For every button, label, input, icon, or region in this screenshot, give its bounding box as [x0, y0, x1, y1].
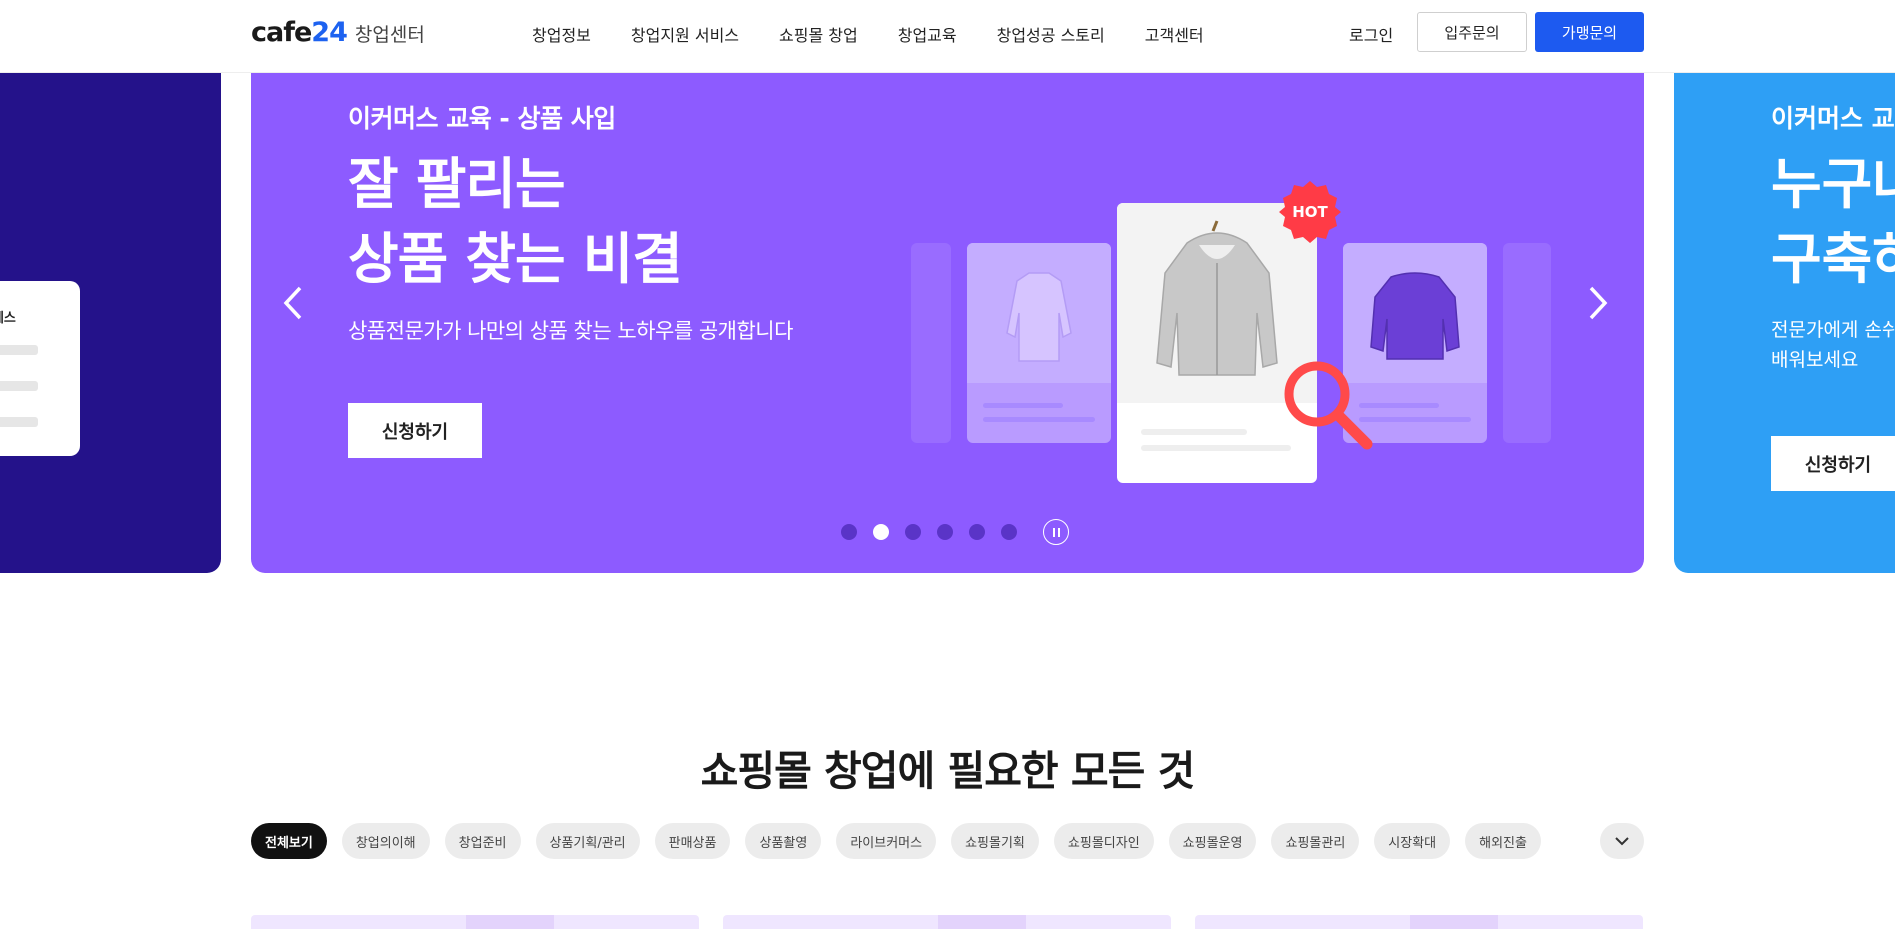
shirt-icon	[1006, 272, 1072, 362]
placeholder-bar	[983, 403, 1063, 408]
apply-button[interactable]: 신청하기	[348, 403, 482, 458]
slide-next-desc-line2: 배워보세요	[1771, 349, 1859, 371]
chevron-right-icon	[1589, 286, 1608, 320]
pause-icon	[1052, 527, 1055, 537]
chip-market-expansion[interactable]: 시장확대	[1374, 823, 1451, 859]
hot-badge-text: HOT	[1292, 203, 1328, 221]
inquiry-button[interactable]: 입주문의	[1417, 12, 1527, 52]
pagination-dot[interactable]	[969, 524, 985, 540]
content-card[interactable]	[251, 915, 699, 929]
chip-product-photo[interactable]: 상품촬영	[745, 823, 822, 859]
logo-text-24: 24	[311, 17, 348, 48]
chevron-left-icon	[283, 286, 302, 320]
category-chips: 전체보기 창업의이해 창업준비 상품기획/관리 판매상품 상품촬영 라이브커머스…	[251, 823, 1644, 859]
placeholder-bar	[0, 381, 38, 391]
login-link[interactable]: 로그인	[1349, 22, 1393, 46]
pause-button[interactable]	[1043, 519, 1069, 545]
slide-next-title: 누구나 구축하	[1771, 147, 1895, 297]
magnifier-icon	[1284, 361, 1373, 450]
pagination-dot-active[interactable]	[873, 524, 889, 540]
chip-preparation[interactable]: 창업준비	[444, 823, 521, 859]
content-card[interactable]	[1195, 915, 1643, 929]
hero-slide-next[interactable]: 이커머스 교육 누구나 구축하 전문가에게 손쉬 배워보세요 신청하기	[1674, 73, 1895, 573]
placeholder-bar	[983, 417, 1095, 422]
hero-slide-current: 이커머스 교육 - 상품 사입 잘 팔리는 상품 찾는 비결 상품전문가가 나만…	[251, 73, 1644, 573]
chip-live-commerce[interactable]: 라이브커머스	[836, 823, 937, 859]
nav-item-customer-center[interactable]: 고객센터	[1145, 22, 1204, 46]
hero-illustration: HOT	[911, 123, 1551, 483]
chip-mall-design[interactable]: 쇼핑몰디자인	[1053, 823, 1154, 859]
slide-prev-card-label: 로세스	[0, 311, 16, 326]
slide-next-kicker: 이커머스 교육	[1771, 104, 1895, 133]
pagination-dot[interactable]	[937, 524, 953, 540]
content-card-shade	[1410, 915, 1498, 929]
page: cafe 24 창업센터 창업정보 창업지원 서비스 쇼핑몰 창업 창업교육 창업…	[0, 0, 1895, 929]
prev-slide-button[interactable]	[273, 273, 313, 333]
content-card-shade	[938, 915, 1026, 929]
nav-item-mall-startup[interactable]: 쇼핑몰 창업	[779, 22, 858, 46]
slide-next-title-line1: 누구나	[1771, 152, 1895, 216]
nav-item-education[interactable]: 창업교육	[898, 22, 957, 46]
chip-product-planning[interactable]: 상품기획/관리	[535, 823, 640, 859]
chips-expand-button[interactable]	[1600, 823, 1644, 859]
chevron-down-icon	[1615, 837, 1629, 846]
slide-kicker: 이커머스 교육 - 상품 사입	[348, 104, 616, 133]
pagination-dot[interactable]	[905, 524, 921, 540]
chips-fade	[1560, 823, 1600, 859]
nav-item-success-story[interactable]: 창업성공 스토리	[997, 22, 1105, 46]
content-cards-row	[251, 915, 1644, 929]
nav-item-support-service[interactable]: 창업지원 서비스	[631, 22, 739, 46]
slide-next-desc-line1: 전문가에게 손쉬	[1771, 319, 1895, 341]
product-card-faded	[911, 243, 951, 443]
chip-all[interactable]: 전체보기	[251, 823, 327, 859]
header: cafe 24 창업센터 창업정보 창업지원 서비스 쇼핑몰 창업 창업교육 창업…	[0, 0, 1895, 73]
placeholder-bar	[0, 417, 38, 427]
placeholder-bar	[0, 345, 38, 355]
slide-next-apply-button[interactable]: 신청하기	[1771, 436, 1895, 491]
chip-mall-operation[interactable]: 쇼핑몰운영	[1168, 823, 1257, 859]
pagination-dot[interactable]	[1001, 524, 1017, 540]
slide-prev-card: 로세스	[0, 281, 80, 456]
chip-overseas[interactable]: 해외진출	[1465, 823, 1541, 859]
next-slide-button[interactable]	[1578, 273, 1618, 333]
placeholder-bar	[1141, 429, 1247, 435]
section-title: 쇼핑몰 창업에 필요한 모든 것	[700, 747, 1196, 795]
product-card-faded	[1503, 243, 1551, 443]
slide-description: 상품전문가가 나만의 상품 찾는 노하우를 공개합니다	[348, 319, 793, 343]
content-card-shade	[466, 915, 554, 929]
slide-title-line1: 잘 팔리는	[348, 152, 566, 216]
slide-pagination	[841, 519, 1069, 545]
slide-next-description: 전문가에게 손쉬 배워보세요	[1771, 315, 1895, 375]
hero-slide-prev[interactable]: 로세스	[0, 73, 221, 573]
main-nav: 창업정보 창업지원 서비스 쇼핑몰 창업 창업교육 창업성공 스토리 고객센터	[532, 22, 1244, 46]
slide-title: 잘 팔리는 상품 찾는 비결	[348, 147, 683, 297]
logo[interactable]: cafe 24 창업센터	[251, 17, 425, 48]
chip-understanding[interactable]: 창업의이해	[341, 823, 430, 859]
chip-mall-management[interactable]: 쇼핑몰관리	[1271, 823, 1360, 859]
logo-text-cafe: cafe	[251, 17, 312, 48]
product-image	[967, 243, 1111, 383]
chip-sales-products[interactable]: 판매상품	[654, 823, 731, 859]
pause-icon-bar	[1057, 527, 1060, 537]
content-card[interactable]	[723, 915, 1171, 929]
logo-subtitle: 창업센터	[354, 24, 425, 46]
product-card-shirt	[967, 243, 1111, 443]
franchise-button[interactable]: 가맹문의	[1535, 12, 1644, 52]
slide-next-title-line2: 구축하	[1771, 227, 1895, 291]
chip-mall-planning[interactable]: 쇼핑몰기획	[951, 823, 1039, 859]
placeholder-bar	[1141, 445, 1291, 451]
pagination-dot[interactable]	[841, 524, 857, 540]
nav-item-startup-info[interactable]: 창업정보	[532, 22, 591, 46]
slide-title-line2: 상품 찾는 비결	[348, 227, 683, 291]
hot-badge: HOT	[1279, 181, 1341, 243]
